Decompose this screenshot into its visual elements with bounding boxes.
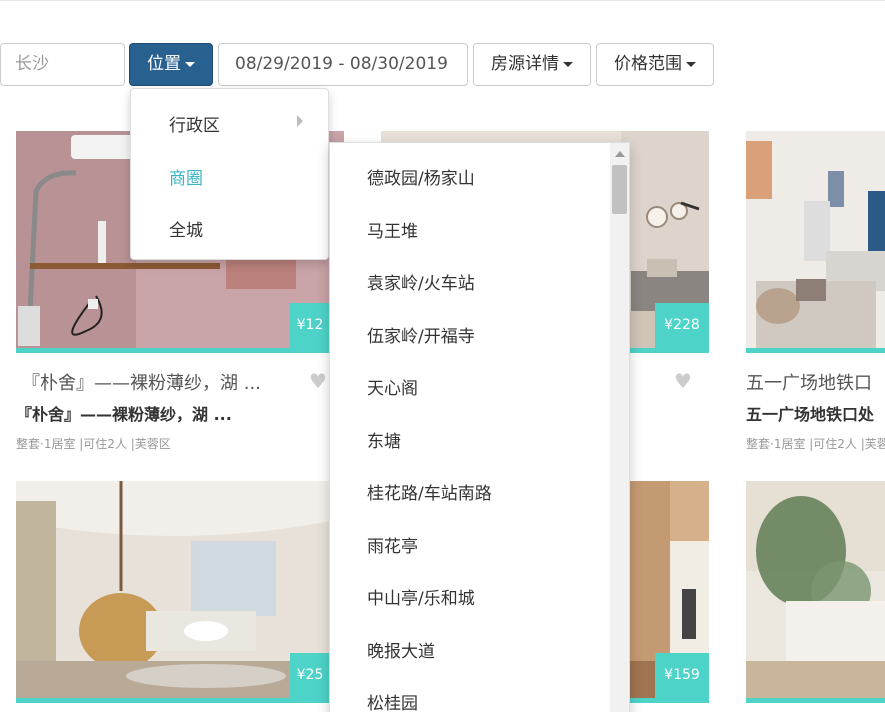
listing-subtitle: 五一广场地铁口处 xyxy=(746,405,875,424)
submenu-item[interactable]: 德政园/杨家山 xyxy=(367,164,475,189)
location-dropdown-menu: 行政区 商圈 全城 xyxy=(130,88,329,260)
submenu-scrollbar[interactable] xyxy=(610,143,629,712)
menu-item-whole-city[interactable]: 全城 xyxy=(169,216,203,241)
caret-down-icon xyxy=(686,61,696,67)
listing-accent-bar xyxy=(630,698,709,703)
chevron-right-icon xyxy=(297,115,303,127)
price-tag: ¥25 xyxy=(290,653,330,698)
submenu-item[interactable]: 晚报大道 xyxy=(367,637,435,662)
price-range-dropdown-button[interactable]: 价格范围 xyxy=(596,43,714,86)
listing-title[interactable]: 『朴舍』——裸粉薄纱，湖 ... xyxy=(22,369,304,395)
heart-icon[interactable]: ♥ xyxy=(674,369,692,393)
scroll-up-arrow-icon[interactable] xyxy=(615,151,625,157)
listing-photo[interactable] xyxy=(746,481,885,698)
location-button-label: 位置 xyxy=(147,54,181,74)
submenu-item[interactable]: 松桂园 xyxy=(367,689,418,712)
heart-icon[interactable]: ♥ xyxy=(309,369,327,393)
business-area-submenu: 德政园/杨家山 马王堆 袁家岭/火车站 伍家岭/开福寺 天心阁 东塘 桂花路/车… xyxy=(329,142,630,712)
submenu-item[interactable]: 雨花亭 xyxy=(367,532,418,557)
listing-photo[interactable] xyxy=(16,481,330,698)
listing-title[interactable]: 五一广场地铁口 xyxy=(746,369,885,395)
city-input[interactable]: 长沙 xyxy=(0,43,125,86)
date-range-input[interactable]: 08/29/2019 - 08/30/2019 xyxy=(218,43,468,86)
listing-accent-bar xyxy=(16,698,330,703)
house-detail-button-label: 房源详情 xyxy=(491,54,559,74)
submenu-item[interactable]: 中山亭/乐和城 xyxy=(367,584,475,609)
listing-meta: 整套·1居室 |可住2人 |芙蓉区 xyxy=(16,437,171,451)
price-tag: ¥228 xyxy=(655,303,709,348)
submenu-item[interactable]: 天心阁 xyxy=(367,374,418,399)
price-tag: ¥159 xyxy=(655,653,709,698)
menu-item-district[interactable]: 行政区 xyxy=(169,111,220,136)
location-dropdown-button[interactable]: 位置 xyxy=(129,43,213,86)
listing-meta: 整套·1居室 |可住2人 |芙蓉 xyxy=(746,437,885,451)
house-detail-dropdown-button[interactable]: 房源详情 xyxy=(473,43,591,86)
submenu-item[interactable]: 桂花路/车站南路 xyxy=(367,479,492,504)
listing-accent-bar xyxy=(16,348,330,353)
listing-subtitle: 『朴舍』——裸粉薄纱，湖 ... xyxy=(16,405,232,424)
submenu-item[interactable]: 袁家岭/火车站 xyxy=(367,269,475,294)
listing-accent-bar xyxy=(746,698,885,703)
listing-accent-bar xyxy=(746,348,885,353)
menu-item-business-area[interactable]: 商圈 xyxy=(169,164,203,189)
price-range-button-label: 价格范围 xyxy=(614,54,682,74)
submenu-item[interactable]: 马王堆 xyxy=(367,217,418,242)
scrollbar-thumb[interactable] xyxy=(612,165,627,214)
submenu-item[interactable]: 东塘 xyxy=(367,427,401,452)
top-divider xyxy=(0,0,885,2)
caret-down-icon xyxy=(563,61,573,67)
price-tag: ¥12 xyxy=(290,303,330,348)
listing-photo[interactable] xyxy=(746,131,885,348)
caret-down-icon xyxy=(185,61,195,67)
submenu-item[interactable]: 伍家岭/开福寺 xyxy=(367,322,475,347)
